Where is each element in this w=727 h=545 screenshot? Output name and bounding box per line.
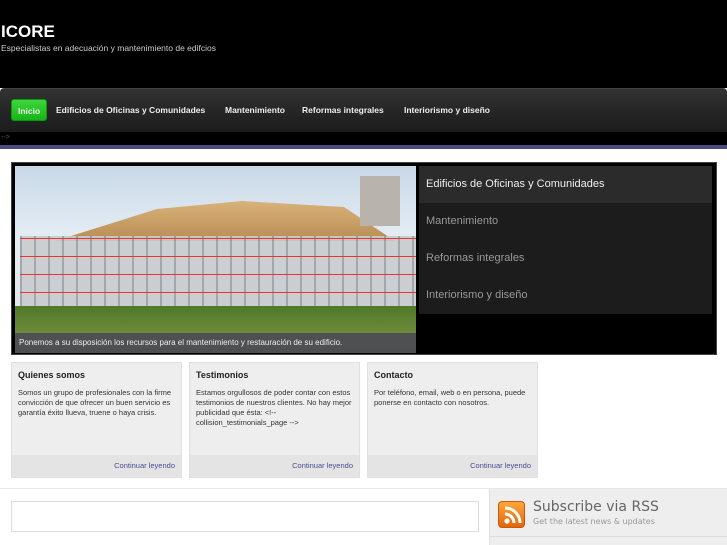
stray-comment-text: --> [0,132,727,145]
nav-item-inicio[interactable]: Inicio [11,99,48,121]
sidebar-divider [490,536,727,537]
slider-item-reformas[interactable]: Reformas integrales [419,240,712,277]
card-title: Testimonios [196,370,249,380]
nav-item-edificios[interactable]: Edificios de Oficinas y Comunidades [50,99,211,121]
slider-nav-list: Edificios de Oficinas y Comunidades Mant… [419,166,712,314]
nav-item-reformas[interactable]: Reformas integrales [296,99,390,121]
card-title: Quienes somos [18,370,86,380]
continue-reading-link[interactable]: Continuar leyendo [368,455,537,477]
sidebar: Subscribe via RSS Get the latest news & … [489,489,727,545]
slider-item-interiorismo[interactable]: Interiorismo y diseño [419,277,712,314]
slide-caption: Ponemos a su disposición los recursos pa… [15,333,416,353]
content-input-box[interactable] [11,501,479,532]
card-title: Contacto [374,370,413,380]
rss-title[interactable]: Subscribe via RSS [533,499,659,515]
slide-image-building[interactable]: Ponemos a su disposición los recursos pa… [15,166,416,353]
nav-item-interiorismo[interactable]: Interiorismo y diseño [398,99,496,121]
featured-slider: Ponemos a su disposición los recursos pa… [11,162,717,355]
site-header: ICORE Especialistas en adecuación y mant… [0,0,727,88]
card-contacto: Contacto Por teléfono, email, web o en p… [367,362,538,478]
slider-item-edificios[interactable]: Edificios de Oficinas y Comunidades [419,166,712,203]
card-text: Somos un grupo de profesionales con la f… [18,388,172,417]
card-text: Estamos orgullosos de poder contar con e… [196,388,352,427]
card-quienes-somos: Quienes somos Somos un grupo de profesio… [11,362,182,478]
site-title[interactable]: ICORE [1,22,55,42]
card-text: Por teléfono, email, web o en persona, p… [374,388,526,407]
slider-item-mantenimiento[interactable]: Mantenimiento [419,203,712,240]
continue-reading-link[interactable]: Continuar leyendo [12,455,181,477]
rss-subtitle: Get the latest news & updates [533,517,655,526]
site-tagline: Especialistas en adecuación y mantenimie… [1,43,216,53]
nav-item-mantenimiento[interactable]: Mantenimiento [219,99,291,121]
rss-icon[interactable] [498,501,525,528]
divider-bar [0,145,727,149]
continue-reading-link[interactable]: Continuar leyendo [190,455,359,477]
main-nav: Inicio Edificios de Oficinas y Comunidad… [0,88,727,132]
card-testimonios: Testimonios Estamos orgullosos de poder … [189,362,360,478]
